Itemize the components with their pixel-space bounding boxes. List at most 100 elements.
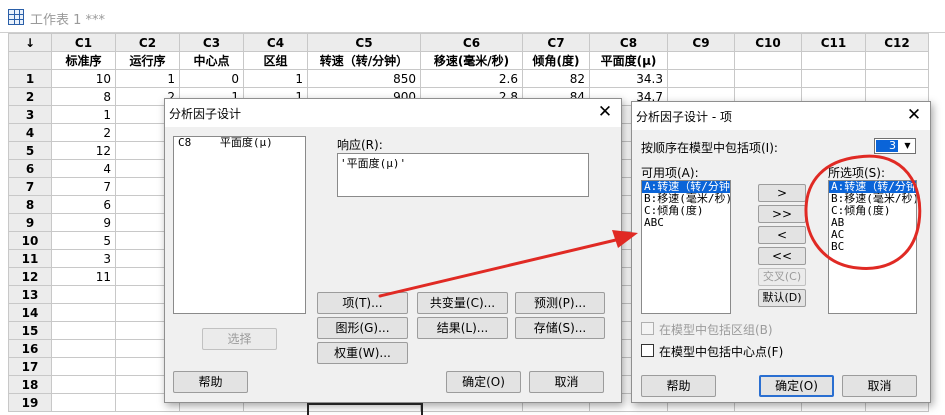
row-header[interactable]: 6 xyxy=(8,159,52,178)
available-terms-list[interactable]: A:转速（转/分钟） B:移速(毫米/秒) C:倾角(度) ABC xyxy=(641,180,731,314)
grid-cell[interactable]: 1 xyxy=(115,69,180,88)
list-item[interactable]: AB xyxy=(829,217,916,229)
row-header[interactable]: 19 xyxy=(8,393,52,412)
row-header[interactable]: 16 xyxy=(8,339,52,358)
column-name-cell[interactable]: 移速(毫米/秒) xyxy=(420,51,523,70)
grid-cell[interactable] xyxy=(51,303,116,322)
grid-cell[interactable] xyxy=(734,69,802,88)
column-name-cell[interactable] xyxy=(734,51,802,70)
grid-cell[interactable]: 82 xyxy=(522,69,590,88)
prediction-button[interactable]: 预测(P)... xyxy=(515,292,605,314)
row-header[interactable]: 8 xyxy=(8,195,52,214)
close-icon[interactable]: ✕ xyxy=(904,105,924,125)
select-button[interactable]: 选择 xyxy=(202,328,277,350)
column-header[interactable]: C11 xyxy=(801,33,866,52)
row-header[interactable]: 11 xyxy=(8,249,52,268)
column-header[interactable]: C8 xyxy=(589,33,668,52)
column-name-cell[interactable]: 标准序 xyxy=(51,51,116,70)
row-header[interactable]: 7 xyxy=(8,177,52,196)
response-field[interactable]: '平面度(μ)' xyxy=(337,153,589,197)
grid-corner[interactable]: ↓ xyxy=(8,33,52,52)
row-header[interactable]: 17 xyxy=(8,357,52,376)
list-item[interactable]: AC xyxy=(829,229,916,241)
terms-button[interactable]: 项(T)... xyxy=(317,292,408,314)
row-header[interactable]: 10 xyxy=(8,231,52,250)
column-header[interactable]: C12 xyxy=(865,33,929,52)
grid-cell[interactable]: 9 xyxy=(51,213,116,232)
column-name-cell[interactable]: 中心点 xyxy=(179,51,244,70)
grid-cell[interactable]: 11 xyxy=(51,267,116,286)
row-header[interactable]: 18 xyxy=(8,375,52,394)
default-button[interactable]: 默认(D) xyxy=(758,289,806,307)
list-item[interactable]: A:转速（转/分钟） xyxy=(642,181,730,193)
column-name-cell[interactable]: 倾角(度) xyxy=(522,51,590,70)
row-header[interactable]: 12 xyxy=(8,267,52,286)
interact-button[interactable]: 交叉(C) xyxy=(758,268,806,286)
list-item[interactable]: B:移速(毫米/秒) xyxy=(642,193,730,205)
column-header[interactable]: C6 xyxy=(420,33,523,52)
list-item[interactable]: C:倾角(度) xyxy=(642,205,730,217)
row-header[interactable]: 1 xyxy=(8,69,52,88)
grid-cell[interactable]: 10 xyxy=(51,69,116,88)
weights-button[interactable]: 权重(W)... xyxy=(317,342,408,364)
selected-terms-list[interactable]: A:转速（转/分钟） B:移速(毫米/秒) C:倾角(度) AB AC BC xyxy=(828,180,917,314)
grid-cell[interactable] xyxy=(667,69,735,88)
list-item[interactable]: B:移速(毫米/秒) xyxy=(829,193,916,205)
grid-cell[interactable]: 850 xyxy=(307,69,421,88)
column-header[interactable]: C10 xyxy=(734,33,802,52)
row-header[interactable]: 13 xyxy=(8,285,52,304)
grid-cell[interactable] xyxy=(51,339,116,358)
row-header[interactable]: 14 xyxy=(8,303,52,322)
column-name-cell[interactable]: 区组 xyxy=(243,51,308,70)
column-header[interactable]: C3 xyxy=(179,33,244,52)
row-header[interactable]: 3 xyxy=(8,105,52,124)
column-name-cell[interactable]: 平面度(μ) xyxy=(589,51,668,70)
grid-cell[interactable]: 1 xyxy=(51,105,116,124)
grid-cell[interactable]: 2.6 xyxy=(420,69,523,88)
grid-cell[interactable] xyxy=(801,69,866,88)
column-header[interactable]: C2 xyxy=(115,33,180,52)
column-name-cell[interactable] xyxy=(667,51,735,70)
add-all-terms-button[interactable]: >> xyxy=(758,205,806,223)
grid-cell[interactable] xyxy=(51,321,116,340)
grid-cell[interactable]: 1 xyxy=(243,69,308,88)
list-item[interactable]: ABC xyxy=(642,217,730,229)
grid-cell[interactable] xyxy=(51,357,116,376)
close-icon[interactable]: ✕ xyxy=(595,102,615,122)
row-header[interactable]: 2 xyxy=(8,87,52,106)
grid-cell[interactable]: 4 xyxy=(51,159,116,178)
column-list[interactable]: C8 平面度(μ) xyxy=(173,136,306,314)
cancel-button[interactable]: 取消 xyxy=(842,375,917,397)
column-name-cell[interactable]: 运行序 xyxy=(115,51,180,70)
remove-term-button[interactable]: < xyxy=(758,226,806,244)
column-header[interactable]: C4 xyxy=(243,33,308,52)
chevron-down-icon[interactable]: ▼ xyxy=(901,140,914,152)
grid-cell[interactable]: 7 xyxy=(51,177,116,196)
grid-cell[interactable]: 8 xyxy=(51,87,116,106)
grid-cell[interactable]: 3 xyxy=(51,249,116,268)
storage-button[interactable]: 存储(S)... xyxy=(515,317,605,339)
results-button[interactable]: 结果(L)... xyxy=(417,317,508,339)
grid-cell[interactable]: 2 xyxy=(51,123,116,142)
graphs-button[interactable]: 图形(G)... xyxy=(317,317,408,339)
covariates-button[interactable]: 共变量(C)... xyxy=(417,292,508,314)
remove-all-terms-button[interactable]: << xyxy=(758,247,806,265)
column-header[interactable]: C1 xyxy=(51,33,116,52)
ok-button[interactable]: 确定(O) xyxy=(759,375,834,397)
grid-cell[interactable]: 0 xyxy=(179,69,244,88)
grid-cell[interactable] xyxy=(51,375,116,394)
include-center-checkbox[interactable] xyxy=(641,344,654,357)
row-header[interactable]: 4 xyxy=(8,123,52,142)
column-name-cell[interactable] xyxy=(865,51,929,70)
column-header[interactable]: C9 xyxy=(667,33,735,52)
grid-cell[interactable] xyxy=(51,285,116,304)
add-term-button[interactable]: > xyxy=(758,184,806,202)
grid-cell[interactable]: 6 xyxy=(51,195,116,214)
help-button[interactable]: 帮助 xyxy=(173,371,248,393)
row-header[interactable]: 5 xyxy=(8,141,52,160)
grid-cell[interactable]: 34.3 xyxy=(589,69,668,88)
help-button[interactable]: 帮助 xyxy=(641,375,716,397)
list-item[interactable]: A:转速（转/分钟） xyxy=(829,181,916,193)
list-item[interactable]: C8 平面度(μ) xyxy=(174,137,305,149)
list-item[interactable]: BC xyxy=(829,241,916,253)
